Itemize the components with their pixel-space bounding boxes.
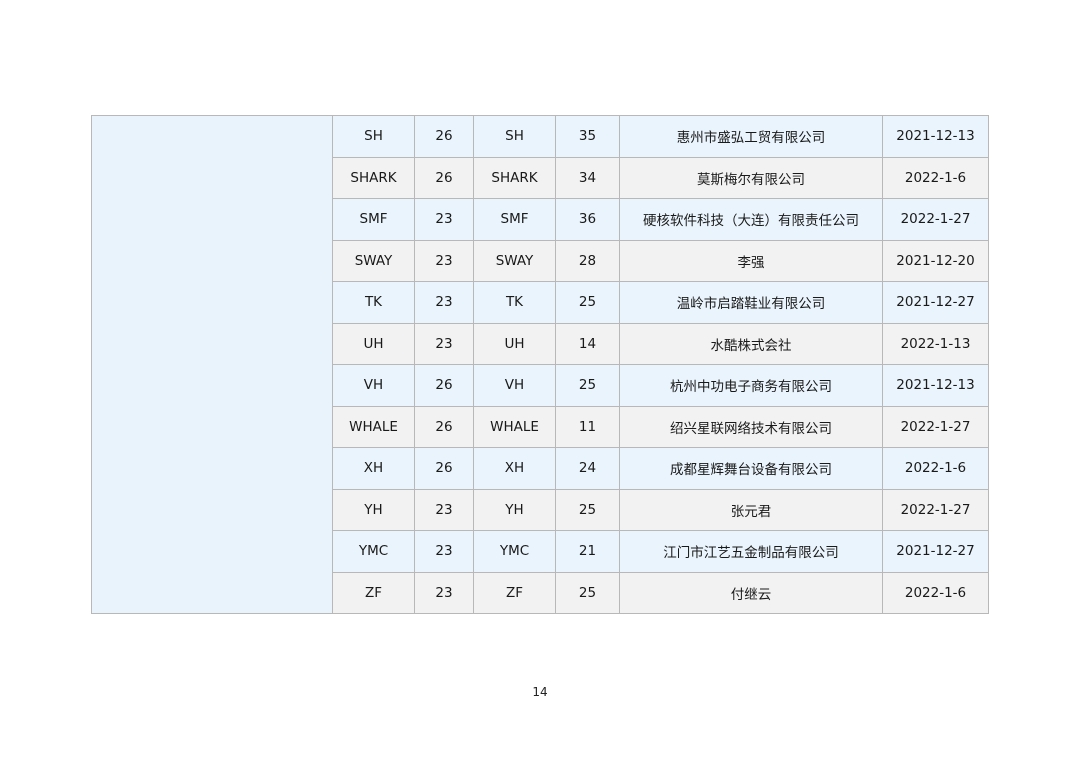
mark-cell: UH [473, 322, 556, 365]
class-cell: 25 [555, 571, 620, 614]
class-cell: 25 [555, 281, 620, 324]
page-number: 14 [532, 685, 548, 699]
mark-cell: YMC [332, 530, 415, 573]
mark-cell: UH [332, 322, 415, 365]
mark-cell: SHARK [332, 156, 415, 199]
mark-cell: SH [332, 115, 415, 158]
mark-cell: SWAY [473, 239, 556, 282]
mark-cell: TK [473, 281, 556, 324]
class-cell: 11 [555, 405, 620, 448]
class-cell: 26 [414, 405, 474, 448]
applicant-cell: 李强 [619, 239, 883, 282]
mark-cell: VH [332, 364, 415, 407]
date-cell: 2021-12-27 [882, 281, 989, 324]
mark-cell: YH [332, 488, 415, 531]
date-cell: 2022-1-6 [882, 156, 989, 199]
class-cell: 23 [414, 571, 474, 614]
date-cell: 2021-12-27 [882, 530, 989, 573]
class-cell: 26 [414, 447, 474, 490]
date-cell: 2021-12-20 [882, 239, 989, 282]
applicant-cell: 杭州中功电子商务有限公司 [619, 364, 883, 407]
class-cell: 23 [414, 322, 474, 365]
date-cell: 2022-1-27 [882, 198, 989, 241]
table-row: SH 26 SH 35 惠州市盛弘工贸有限公司 2021-12-13 [91, 115, 989, 614]
mark-cell: XH [473, 447, 556, 490]
table-body: SH 26 SH 35 惠州市盛弘工贸有限公司 2021-12-13 SHARK 26 SHAR… [91, 115, 989, 614]
date-cell: 2021-12-13 [882, 364, 989, 407]
applicant-cell: 硬核软件科技（大连）有限责任公司 [619, 198, 883, 241]
document-page: SH 26 SH 35 惠州市盛弘工贸有限公司 2021-12-13 SHARK 26 SHAR… [0, 0, 1080, 763]
class-cell: 35 [555, 115, 620, 158]
class-cell: 14 [555, 322, 620, 365]
class-cell: 34 [555, 156, 620, 199]
mark-cell: WHALE [332, 405, 415, 448]
applicant-cell: 莫斯梅尔有限公司 [619, 156, 883, 199]
date-cell: 2022-1-13 [882, 322, 989, 365]
class-cell: 23 [414, 281, 474, 324]
date-cell: 2022-1-27 [882, 405, 989, 448]
mark-cell: SH [473, 115, 556, 158]
class-cell: 23 [414, 198, 474, 241]
mark-cell: TK [332, 281, 415, 324]
class-cell: 36 [555, 198, 620, 241]
class-cell: 24 [555, 447, 620, 490]
class-cell: 26 [414, 364, 474, 407]
applicant-cell: 付继云 [619, 571, 883, 614]
class-cell: 21 [555, 530, 620, 573]
mark-cell: SHARK [473, 156, 556, 199]
class-cell: 26 [414, 156, 474, 199]
date-cell: 2022-1-6 [882, 447, 989, 490]
class-cell: 25 [555, 364, 620, 407]
mark-cell: YH [473, 488, 556, 531]
mark-cell: SMF [332, 198, 415, 241]
class-cell: 23 [414, 239, 474, 282]
applicant-cell: 成都星辉舞台设备有限公司 [619, 447, 883, 490]
applicant-cell: 水酷株式会社 [619, 322, 883, 365]
mark-cell: XH [332, 447, 415, 490]
applicant-cell: 温岭市启踏鞋业有限公司 [619, 281, 883, 324]
class-cell: 23 [414, 488, 474, 531]
applicant-cell: 江门市江艺五金制品有限公司 [619, 530, 883, 573]
mark-cell: ZF [473, 571, 556, 614]
trademark-table: SH 26 SH 35 惠州市盛弘工贸有限公司 2021-12-13 SHARK 26 SHAR… [91, 115, 989, 614]
class-cell: 23 [414, 530, 474, 573]
mark-cell: YMC [473, 530, 556, 573]
date-cell: 2022-1-27 [882, 488, 989, 531]
mark-cell: ZF [332, 571, 415, 614]
applicant-cell: 张元君 [619, 488, 883, 531]
mark-cell: SWAY [332, 239, 415, 282]
applicant-cell: 惠州市盛弘工贸有限公司 [619, 115, 883, 158]
class-cell: 28 [555, 239, 620, 282]
class-cell: 26 [414, 115, 474, 158]
mark-cell: VH [473, 364, 556, 407]
class-cell: 25 [555, 488, 620, 531]
mark-cell: WHALE [473, 405, 556, 448]
date-cell: 2021-12-13 [882, 115, 989, 158]
group-cell [91, 115, 333, 614]
date-cell: 2022-1-6 [882, 571, 989, 614]
applicant-cell: 绍兴星联网络技术有限公司 [619, 405, 883, 448]
mark-cell: SMF [473, 198, 556, 241]
